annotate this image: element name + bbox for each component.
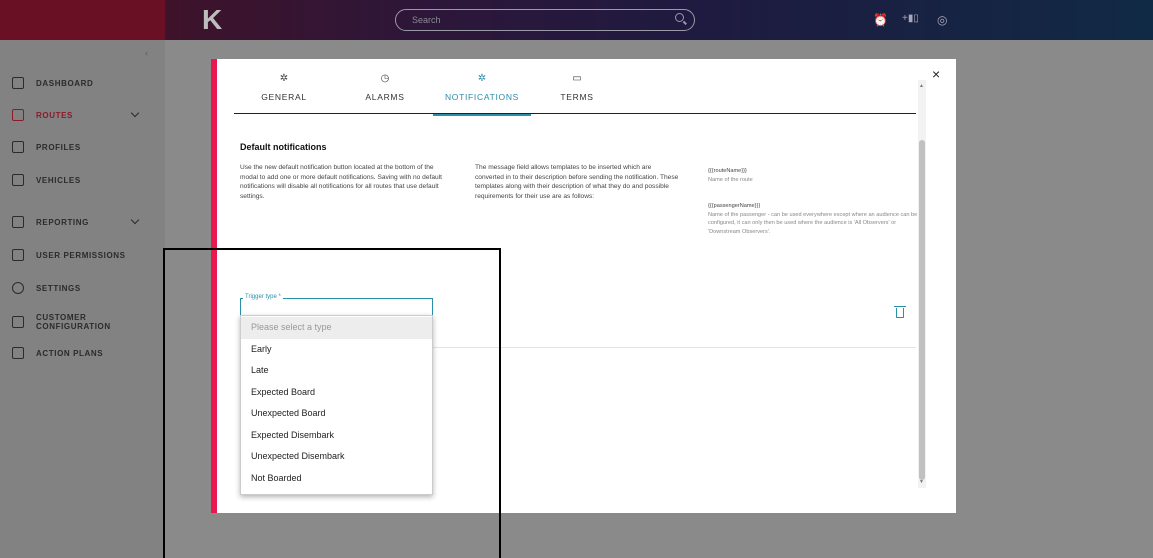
alarm-clock-icon[interactable]: ⏰ [873, 13, 888, 27]
chevron-down-icon[interactable] [130, 108, 140, 118]
tab-label: ALARMS [365, 92, 405, 102]
tab-notifications[interactable]: ✲ NOTIFICATIONS [433, 72, 531, 116]
modal-tabs: ✲ GENERAL ◷ ALARMS ✲ NOTIFICATIONS ▭ TER… [234, 72, 916, 116]
section-title: Default notifications [240, 142, 327, 152]
sidebar-item-action-plans[interactable]: ACTION PLANS [12, 343, 152, 363]
close-icon[interactable]: × [932, 66, 940, 82]
default-notifications-description: Use the new default notification button … [240, 164, 442, 200]
bus-icon [12, 174, 24, 186]
trash-icon[interactable] [894, 306, 906, 318]
notifications-tab-icon: ✲ [477, 73, 487, 84]
top-bar-left [0, 0, 165, 40]
reporting-icon [12, 216, 24, 228]
sidebar-item-label: REPORTING [36, 217, 89, 227]
sidebar-item-label: VEHICLES [36, 175, 81, 185]
sidebar-item-routes[interactable]: ROUTES [12, 105, 152, 125]
app-logo[interactable]: K [202, 4, 222, 36]
tab-label: GENERAL [261, 92, 307, 102]
tab-label: NOTIFICATIONS [444, 92, 520, 102]
terms-tab-icon: ▭ [572, 73, 582, 84]
scroll-up-icon[interactable]: ▲ [919, 83, 924, 89]
sidebar-item-label: CUSTOMER CONFIGURATION [36, 313, 111, 331]
tab-label: TERMS [560, 92, 594, 102]
sidebar-item-label: USER PERMISSIONS [36, 250, 126, 260]
search-input[interactable]: Search [395, 9, 695, 31]
templates-description: The message field allows templates to be… [475, 164, 679, 200]
scrollbar-thumb[interactable] [919, 140, 925, 480]
add-bus-icon[interactable]: +▮▯ [902, 13, 919, 24]
sidebar-item-reporting[interactable]: REPORTING [12, 212, 152, 232]
template-description: Name of the passenger - can be used ever… [708, 211, 918, 236]
document-icon [12, 347, 24, 359]
profiles-icon [12, 141, 24, 153]
template-description: Name of the route [708, 176, 753, 183]
sidebar-item-profiles[interactable]: PROFILES [12, 137, 152, 157]
highlight-box [163, 248, 501, 558]
search-placeholder: Search [412, 15, 441, 25]
sidebar-item-label: DASHBOARD [36, 78, 94, 88]
sidebar-item-label: ACTION PLANS [36, 348, 104, 358]
user-icon[interactable]: ◎ [937, 13, 947, 27]
tab-general[interactable]: ✲ GENERAL [252, 72, 316, 114]
general-tab-icon: ✲ [279, 73, 289, 84]
tab-terms[interactable]: ▭ TERMS [552, 72, 602, 114]
collapse-sidebar-icon[interactable]: ‹ [145, 48, 148, 58]
template-passenger-name: {{{passengerName}}} Name of the passenge… [708, 202, 920, 237]
routes-icon [12, 109, 24, 121]
template-key: {{{passengerName}}} [708, 203, 761, 209]
dashboard-icon [12, 77, 24, 89]
sidebar-item-vehicles[interactable]: VEHICLES [12, 170, 152, 190]
sidebar-item-settings[interactable]: SETTINGS [12, 278, 152, 298]
sidebar-item-customer-configuration[interactable]: CUSTOMER CONFIGURATION [12, 310, 152, 334]
sidebar-item-user-permissions[interactable]: USER PERMISSIONS [12, 245, 152, 265]
gear-icon [12, 282, 24, 294]
sidebar-item-dashboard[interactable]: DASHBOARD [12, 73, 152, 93]
sidebar-item-label: PROFILES [36, 142, 81, 152]
sidebar-item-label: ROUTES [36, 110, 73, 120]
customer-config-icon [12, 316, 24, 328]
chevron-down-icon[interactable] [130, 215, 140, 225]
scroll-down-icon[interactable]: ▼ [919, 479, 924, 485]
sidebar-item-label: SETTINGS [36, 283, 81, 293]
lock-icon [12, 249, 24, 261]
template-route-name: {{{routeName}}} Name of the route [708, 167, 918, 184]
search-icon[interactable] [675, 13, 684, 22]
template-key: {{{routeName}}} [708, 168, 747, 174]
alarm-tab-icon: ◷ [380, 73, 390, 84]
tab-alarms[interactable]: ◷ ALARMS [352, 72, 418, 114]
